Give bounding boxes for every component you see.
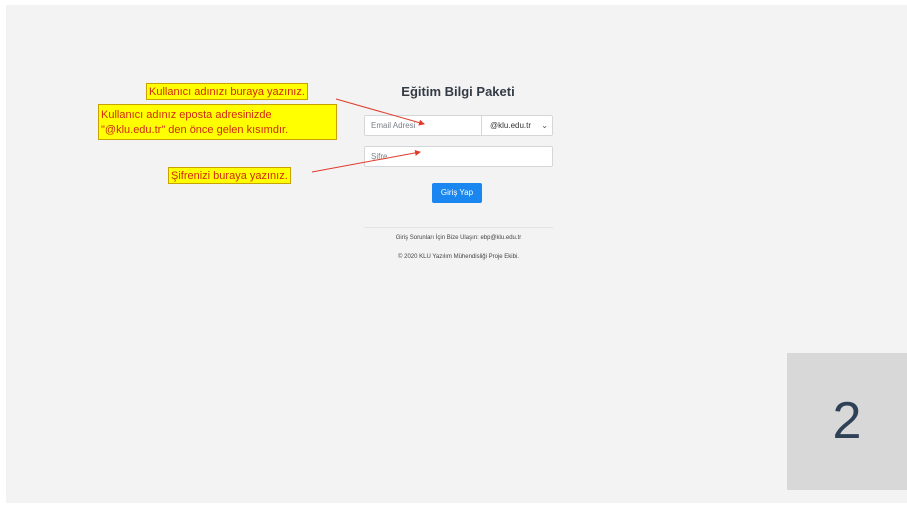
username-arrow [335,98,425,126]
password-arrow [311,149,421,173]
slide-number: 2 [787,353,907,490]
annotation-arrows [311,98,425,173]
